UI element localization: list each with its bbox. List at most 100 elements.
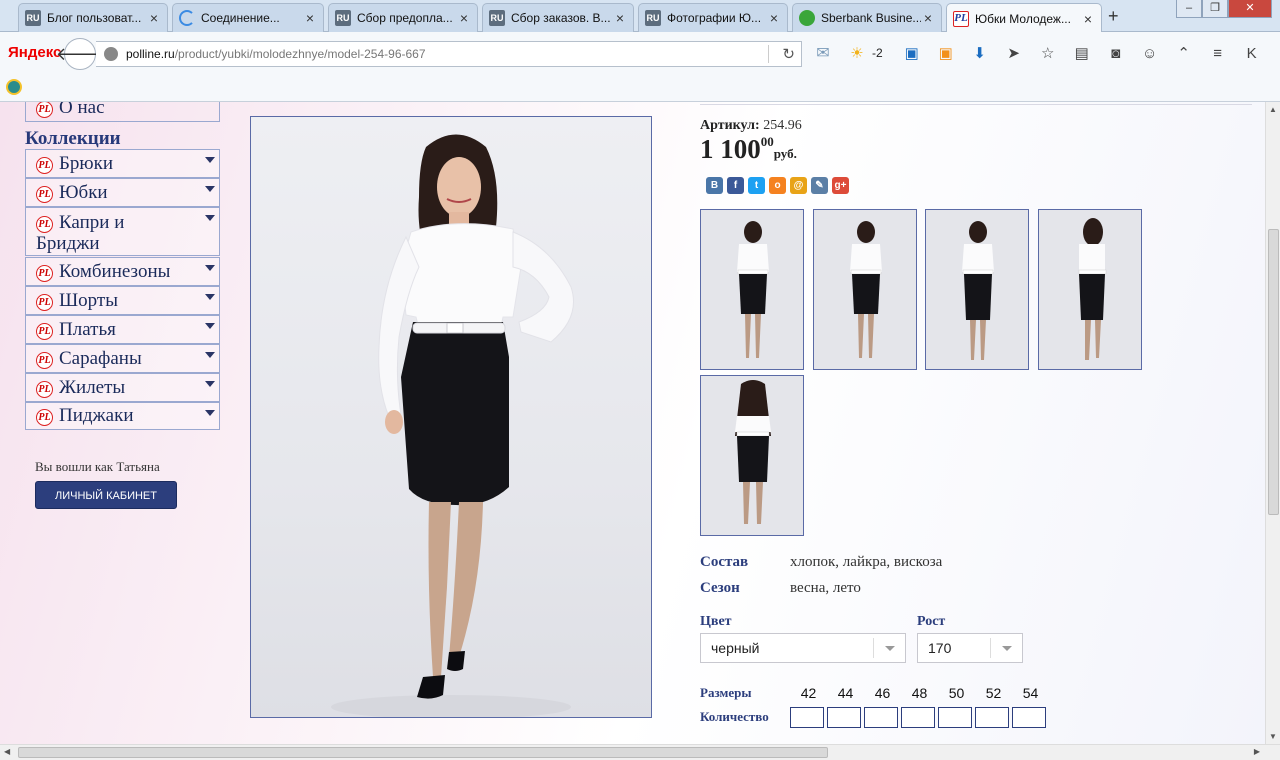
caret-down-icon[interactable] — [205, 157, 215, 163]
height-select[interactable]: 170 — [917, 633, 1023, 663]
scroll-thumb[interactable] — [1268, 229, 1279, 515]
sidebar-item-shorts[interactable]: PL Шорты — [25, 286, 220, 315]
yandex-logo[interactable]: Яндекс — [8, 44, 61, 61]
main-product-photo[interactable] — [250, 116, 652, 718]
chevron-down-icon[interactable] — [990, 638, 1022, 658]
sidebar-item-jackets[interactable]: PL Пиджаки — [25, 402, 220, 430]
caret-down-icon[interactable] — [205, 265, 215, 271]
browser-tab[interactable]: RU Фотографии Ю... × — [638, 3, 788, 32]
logged-in-text: Вы вошли как Татьяна — [35, 459, 160, 474]
product-thumbnail[interactable] — [700, 209, 804, 370]
close-icon[interactable]: × — [921, 10, 935, 26]
mailru-icon[interactable]: @ — [790, 177, 807, 194]
horizontal-scrollbar[interactable]: ◀ ▶ — [0, 744, 1280, 760]
smiley-icon[interactable]: ☺ — [1139, 42, 1161, 64]
browser-tab[interactable]: Соединение... × — [172, 3, 324, 32]
send-icon[interactable]: ➤ — [1003, 42, 1025, 64]
menu-icon[interactable]: ≡ — [1207, 42, 1229, 64]
chevron-up-icon[interactable]: ⌃ — [1173, 42, 1195, 64]
sidebar-item-dresses[interactable]: PL Платья — [25, 315, 220, 344]
caret-down-icon[interactable] — [205, 381, 215, 387]
product-thumbnail[interactable] — [700, 375, 804, 536]
mail-icon[interactable]: ✉ — [812, 42, 834, 64]
scroll-right-icon[interactable]: ▶ — [1254, 747, 1260, 756]
caret-down-icon[interactable] — [205, 215, 215, 221]
tab-title: Фотографии Ю... — [667, 11, 762, 25]
scroll-down-icon[interactable]: ▼ — [1269, 732, 1277, 741]
reload-icon[interactable]: ↻ — [782, 45, 795, 63]
close-icon[interactable]: × — [1081, 11, 1095, 27]
browser-tab[interactable]: Sberbank Busine... × — [792, 3, 942, 32]
product-thumbnail[interactable] — [925, 209, 1029, 370]
vertical-scrollbar[interactable]: ▲ ▼ — [1265, 102, 1280, 744]
facebook-icon[interactable]: f — [727, 177, 744, 194]
googleplus-icon[interactable]: g+ — [832, 177, 849, 194]
quantity-input-44[interactable] — [827, 707, 861, 728]
download-icon[interactable]: ⬇ — [969, 42, 991, 64]
ru-icon: RU — [25, 10, 41, 26]
pl-logo-icon: PL — [36, 323, 53, 340]
sidebar-item-skirts[interactable]: PL Юбки — [25, 178, 220, 207]
reader-icon[interactable]: ▣ — [901, 42, 923, 64]
restore-icon[interactable]: ❐ — [1202, 0, 1228, 18]
sidebar-item-capri[interactable]: PL Капри и Бриджи — [25, 207, 220, 256]
caret-down-icon[interactable] — [205, 323, 215, 329]
browser-tab[interactable]: RU Блог пользоват... × — [18, 3, 168, 32]
close-window-icon[interactable]: ✕ — [1228, 0, 1272, 18]
sidebar-item-jumpsuits[interactable]: PL Комбинезоны — [25, 257, 220, 286]
thumbnail-figure — [850, 221, 882, 358]
quantity-input-46[interactable] — [864, 707, 898, 728]
browser-tab[interactable]: RU Сбор предопла... × — [328, 3, 478, 32]
sidebar-item-sundresses[interactable]: PL Сарафаны — [25, 344, 220, 373]
bookmark-star-icon[interactable]: ☆ — [1037, 42, 1059, 64]
close-icon[interactable]: × — [147, 10, 161, 26]
quantity-input-52[interactable] — [975, 707, 1009, 728]
back-button[interactable]: 🡐 — [56, 38, 104, 70]
size-label: 42 — [800, 685, 817, 701]
pocket-icon[interactable]: ◙ — [1105, 42, 1127, 64]
minimize-icon[interactable]: – — [1176, 0, 1202, 18]
scroll-left-icon[interactable]: ◀ — [4, 747, 10, 756]
sidebar-item-label: Юбки — [59, 182, 108, 203]
extension-icon[interactable]: K — [1241, 42, 1263, 64]
bookmarks-list-icon[interactable]: ▤ — [1071, 42, 1093, 64]
close-icon[interactable]: × — [767, 10, 781, 26]
quantity-input-54[interactable] — [1012, 707, 1046, 728]
personal-cabinet-button[interactable]: ЛИЧНЫЙ КАБИНЕТ — [35, 481, 177, 509]
twitter-icon[interactable]: t — [748, 177, 765, 194]
scroll-up-icon[interactable]: ▲ — [1269, 105, 1277, 114]
product-thumbnail[interactable] — [1038, 209, 1142, 370]
caret-down-icon[interactable] — [205, 294, 215, 300]
bookmark-icon[interactable] — [6, 79, 22, 95]
pl-logo-icon: PL — [36, 157, 53, 174]
chevron-down-icon[interactable] — [873, 638, 905, 658]
weather-icon[interactable]: ☀ — [846, 42, 868, 64]
livejournal-icon[interactable]: ✎ — [811, 177, 828, 194]
caret-down-icon[interactable] — [205, 410, 215, 416]
color-select[interactable]: черный — [700, 633, 906, 663]
close-icon[interactable]: × — [457, 10, 471, 26]
scroll-thumb[interactable] — [18, 747, 828, 758]
caret-down-icon[interactable] — [205, 352, 215, 358]
sidebar-item-trousers[interactable]: PL Брюки — [25, 149, 220, 178]
sidebar-item-vests[interactable]: PL Жилеты — [25, 373, 220, 402]
product-thumbnail[interactable] — [813, 209, 917, 370]
odnoklassniki-icon[interactable]: о — [769, 177, 786, 194]
odnoklassniki-toolbar-icon[interactable]: ▣ — [935, 42, 957, 64]
vk-icon[interactable]: В — [706, 177, 723, 194]
new-tab-icon[interactable]: + — [1108, 6, 1119, 27]
browser-tab-active[interactable]: PL Юбки Молодеж... × — [946, 3, 1102, 33]
quantity-input-50[interactable] — [938, 707, 972, 728]
tab-title: Юбки Молодеж... — [975, 11, 1071, 26]
caret-down-icon[interactable] — [205, 186, 215, 192]
address-bar[interactable]: polline.ru/product/yubki/molodezhnye/mod… — [96, 41, 802, 67]
quantity-input-42[interactable] — [790, 707, 824, 728]
sidebar-item-about[interactable]: PL О нас — [25, 102, 220, 122]
close-icon[interactable]: × — [303, 10, 317, 26]
sidebar-item-label: Жилеты — [59, 377, 126, 398]
close-icon[interactable]: × — [613, 10, 627, 26]
price-main: 1 100 — [700, 134, 761, 164]
browser-tab[interactable]: RU Сбор заказов. В... × — [482, 3, 634, 32]
quantity-input-48[interactable] — [901, 707, 935, 728]
quantity-inputs — [790, 707, 1049, 728]
